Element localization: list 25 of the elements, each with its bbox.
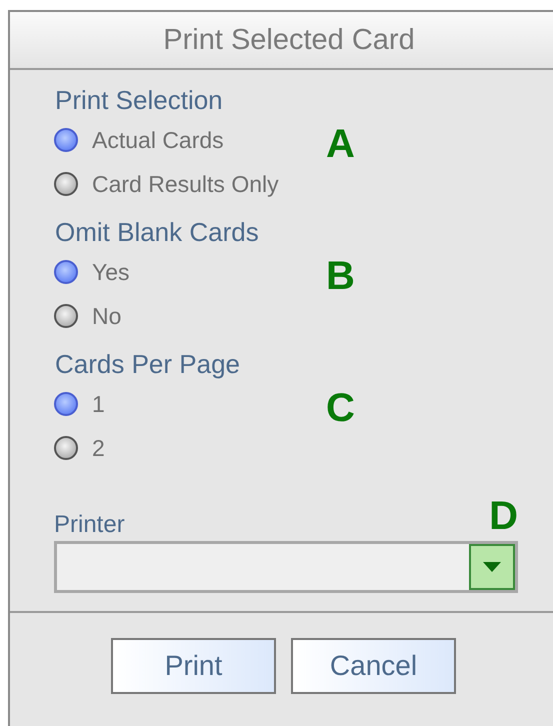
- option-label: 1: [92, 390, 105, 418]
- caret-icon: [483, 562, 501, 572]
- printer-label: Printer: [54, 511, 125, 539]
- radio-button[interactable]: [54, 304, 78, 328]
- option-label: Card Results Only: [92, 170, 279, 198]
- radio-button[interactable]: [54, 260, 78, 284]
- option-label: Actual Cards: [92, 126, 224, 154]
- dialog-button[interactable]: Cancel: [291, 638, 456, 694]
- annotation-letter: D: [489, 494, 518, 539]
- annotation-letter: B: [326, 254, 355, 298]
- radio-button[interactable]: [54, 128, 78, 152]
- dialog-button[interactable]: Print: [111, 638, 276, 694]
- group-heading: Omit Blank Cards: [55, 216, 260, 249]
- group-heading: Print Selection: [55, 84, 224, 117]
- annotation-letter: C: [326, 386, 355, 430]
- radio-button[interactable]: [54, 392, 78, 416]
- radio-button[interactable]: [54, 172, 78, 196]
- option-label: 2: [92, 434, 105, 462]
- dropdown-button[interactable]: [469, 544, 515, 590]
- window-title: Print Selected Card: [163, 24, 415, 56]
- option-label: Yes: [92, 258, 130, 286]
- annotation-letter: A: [326, 122, 355, 166]
- group-heading: Cards Per Page: [55, 348, 241, 381]
- option-label: No: [92, 302, 122, 330]
- radio-button[interactable]: [54, 436, 78, 460]
